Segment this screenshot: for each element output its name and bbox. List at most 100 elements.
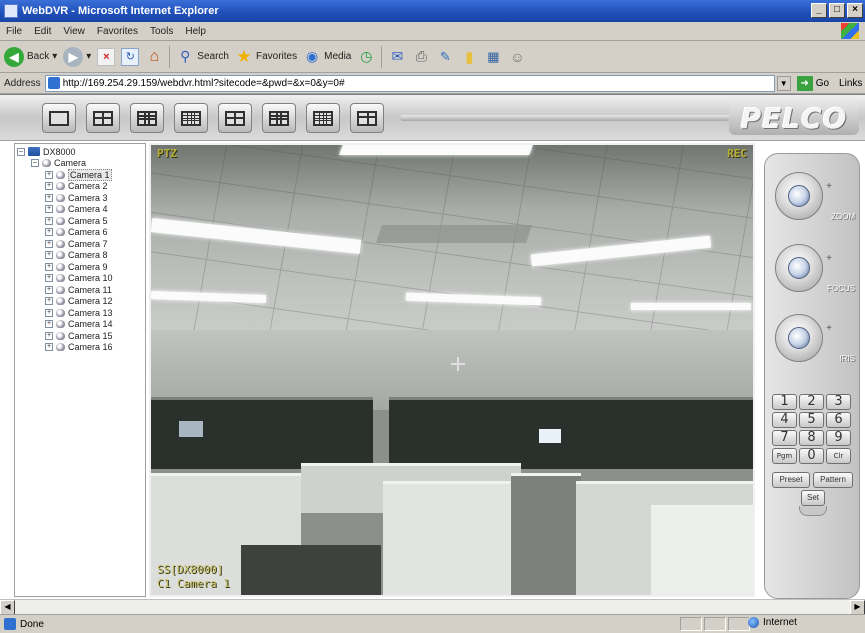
iris-plus-icon[interactable]: + — [826, 323, 832, 334]
layout-6-button[interactable] — [218, 103, 252, 133]
zoom-knob[interactable]: + — [775, 172, 832, 220]
stop-icon[interactable]: × — [97, 47, 116, 66]
expand-icon[interactable]: + — [45, 274, 53, 283]
minimize-button[interactable]: _ — [811, 3, 827, 18]
expand-icon[interactable]: + — [45, 205, 53, 214]
key-2[interactable]: 2 — [799, 394, 824, 410]
address-dropdown-icon[interactable]: ▼ — [776, 75, 791, 91]
folder-icon[interactable]: ▮ — [460, 48, 478, 66]
menu-help[interactable]: Help — [185, 26, 206, 37]
key-pgm[interactable]: Pgm — [772, 448, 797, 464]
scroll-left-icon[interactable]: ◀ — [0, 600, 15, 615]
expand-icon[interactable]: + — [45, 251, 53, 260]
tree-item-camera-9[interactable]: + Camera 9 — [17, 261, 143, 273]
menu-tools[interactable]: Tools — [150, 26, 173, 37]
tree-item-camera-4[interactable]: + Camera 4 — [17, 204, 143, 216]
tree-item-camera-11[interactable]: + Camera 11 — [17, 284, 143, 296]
forward-dropdown-icon[interactable]: ▾ — [86, 51, 91, 62]
expand-icon[interactable]: + — [45, 331, 53, 340]
pattern-button[interactable]: Pattern — [813, 472, 853, 488]
layout-pip-button[interactable] — [350, 103, 384, 133]
layout-1-button[interactable] — [42, 103, 76, 133]
history-icon[interactable]: ◷ — [357, 48, 375, 66]
search-button[interactable]: ⚲ Search — [176, 48, 229, 66]
menu-file[interactable]: File — [6, 26, 22, 37]
expand-icon[interactable]: + — [45, 193, 53, 202]
tree-item-camera-7[interactable]: + Camera 7 — [17, 238, 143, 250]
refresh-icon[interactable]: ↻ — [121, 47, 140, 66]
tree-item-camera-5[interactable]: + Camera 5 — [17, 215, 143, 227]
expand-icon[interactable]: + — [45, 239, 53, 248]
tree-item-camera-15[interactable]: + Camera 15 — [17, 330, 143, 342]
layout-13-button[interactable] — [306, 103, 340, 133]
live-video-view[interactable]: PTZ REC SS[DX8000] C1 Camera 1 — [149, 143, 755, 597]
tree-item-camera-13[interactable]: + Camera 13 — [17, 307, 143, 319]
collapse-icon[interactable]: – — [17, 147, 25, 156]
expand-icon[interactable]: + — [45, 343, 53, 352]
set-button[interactable]: Set — [801, 490, 825, 506]
tree-item-camera-2[interactable]: + Camera 2 — [17, 181, 143, 193]
menu-edit[interactable]: Edit — [34, 26, 51, 37]
tree-item-camera-16[interactable]: + Camera 16 — [17, 342, 143, 354]
tree-item-camera-12[interactable]: + Camera 12 — [17, 296, 143, 308]
collapse-icon[interactable]: – — [31, 159, 39, 168]
expand-icon[interactable]: + — [45, 216, 53, 225]
menu-view[interactable]: View — [63, 26, 85, 37]
expand-icon[interactable]: + — [45, 262, 53, 271]
key-0[interactable]: 0 — [799, 448, 824, 464]
media-button[interactable]: ◉ Media — [303, 48, 351, 66]
go-button[interactable]: ➜ Go — [796, 75, 829, 91]
tree-item-camera-10[interactable]: + Camera 10 — [17, 273, 143, 285]
expand-icon[interactable]: + — [45, 182, 53, 191]
expand-icon[interactable]: + — [45, 320, 53, 329]
key-3[interactable]: 3 — [826, 394, 851, 410]
key-7[interactable]: 7 — [772, 430, 797, 446]
layout-9-button[interactable] — [130, 103, 164, 133]
menu-favorites[interactable]: Favorites — [97, 26, 138, 37]
expand-icon[interactable]: + — [45, 308, 53, 317]
expand-icon[interactable]: + — [45, 228, 53, 237]
expand-icon[interactable]: + — [45, 297, 53, 306]
tree-item-camera-6[interactable]: + Camera 6 — [17, 227, 143, 239]
layout-8-button[interactable] — [262, 103, 296, 133]
focus-knob[interactable]: + — [775, 244, 832, 292]
edit-icon[interactable]: ✎ — [436, 48, 454, 66]
key-4[interactable]: 4 — [772, 412, 797, 428]
forward-button[interactable]: ▶ ▾ — [63, 46, 91, 67]
key-6[interactable]: 6 — [826, 412, 851, 428]
preset-button[interactable]: Preset — [772, 472, 810, 488]
close-button[interactable]: × — [847, 3, 863, 18]
expand-icon[interactable]: + — [45, 285, 53, 294]
links-button[interactable]: Links — [839, 78, 862, 89]
print-icon[interactable]: ⎙ — [412, 48, 430, 66]
home-icon[interactable]: ⌂ — [145, 48, 163, 66]
tree-root[interactable]: – DX8000 — [17, 146, 143, 158]
maximize-button[interactable]: □ — [829, 3, 845, 18]
discuss-icon[interactable]: ▦ — [484, 48, 502, 66]
tree-item-camera-1[interactable]: + Camera 1 — [17, 168, 143, 181]
key-9[interactable]: 9 — [826, 430, 851, 446]
layout-16-button[interactable] — [174, 103, 208, 133]
tree-item-camera-14[interactable]: + Camera 14 — [17, 319, 143, 331]
key-5[interactable]: 5 — [799, 412, 824, 428]
tree-group[interactable]: – Camera — [17, 158, 143, 170]
focus-plus-icon[interactable]: + — [826, 253, 832, 264]
zoom-plus-icon[interactable]: + — [826, 181, 832, 192]
iris-knob[interactable]: + — [775, 314, 832, 362]
favorites-button[interactable]: ★ Favorites — [235, 47, 297, 66]
horizontal-scrollbar[interactable]: ◀ ▶ — [0, 599, 865, 615]
back-button[interactable]: ◀ Back ▾ — [4, 46, 57, 67]
key-8[interactable]: 8 — [799, 430, 824, 446]
key-1[interactable]: 1 — [772, 394, 797, 410]
camera-icon — [56, 205, 65, 214]
back-dropdown-icon[interactable]: ▾ — [52, 51, 57, 62]
key-clr[interactable]: Clr — [826, 448, 851, 464]
address-input[interactable]: http://169.254.29.159/webdvr.html?siteco… — [44, 74, 775, 92]
messenger-icon[interactable]: ☺ — [508, 48, 526, 66]
tree-item-camera-8[interactable]: + Camera 8 — [17, 250, 143, 262]
layout-4-button[interactable] — [86, 103, 120, 133]
mail-icon[interactable]: ✉ — [388, 48, 406, 66]
scroll-right-icon[interactable]: ▶ — [850, 600, 865, 615]
expand-icon[interactable]: + — [45, 170, 53, 179]
tree-item-camera-3[interactable]: + Camera 3 — [17, 192, 143, 204]
